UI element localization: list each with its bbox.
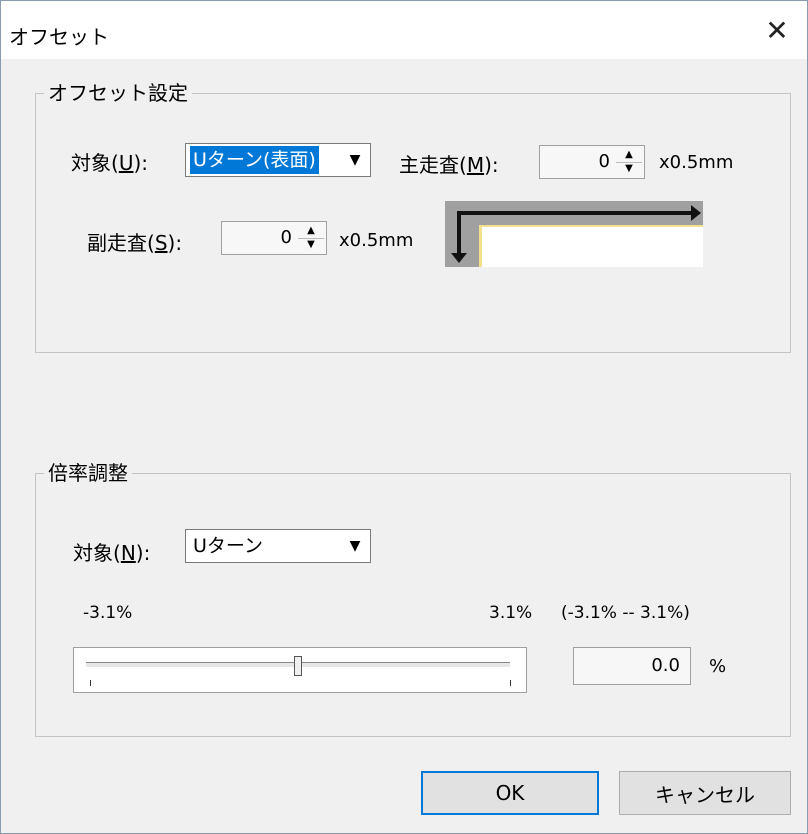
main-scan-label: 主走査(M):: [399, 153, 499, 177]
scale-unit: %: [709, 656, 727, 677]
scale-value-field[interactable]: 0.0: [573, 647, 691, 685]
dialog-title: オフセット: [9, 25, 109, 49]
scale-adjust-legend: 倍率調整: [44, 460, 132, 486]
scale-target-value: Uターン: [193, 535, 263, 557]
scale-slider[interactable]: [73, 647, 527, 693]
offset-settings-legend: オフセット設定: [44, 80, 192, 106]
slider-tick-max: [510, 680, 511, 686]
offset-target-value: Uターン(表面): [190, 146, 319, 174]
spin-up-icon[interactable]: ▲: [616, 148, 642, 163]
main-scan-spin-buttons[interactable]: ▲ ▼: [616, 148, 642, 176]
sub-scan-unit: x0.5mm: [339, 230, 414, 251]
sub-scan-label: 副走査(S):: [87, 231, 183, 255]
spin-up-icon[interactable]: ▲: [298, 224, 324, 239]
main-scan-stepper[interactable]: 0 ▲ ▼: [539, 145, 645, 179]
sub-scan-stepper[interactable]: 0 ▲ ▼: [221, 221, 327, 255]
sub-scan-spin-buttons[interactable]: ▲ ▼: [298, 224, 324, 252]
scale-range-label: (-3.1% -- 3.1%): [561, 603, 690, 623]
offset-dialog: オフセット ✕ オフセット設定 対象(U): Uターン(表面) ▼ 主走査(M)…: [0, 0, 808, 834]
sub-scan-value: 0: [280, 227, 292, 248]
main-scan-value: 0: [598, 151, 610, 172]
chevron-down-icon[interactable]: ▼: [342, 146, 368, 174]
cancel-button[interactable]: キャンセル: [619, 771, 791, 815]
scale-value: 0.0: [651, 655, 680, 676]
chevron-down-icon[interactable]: ▼: [342, 532, 368, 560]
slider-tick-min: [90, 680, 91, 686]
spin-down-icon[interactable]: ▼: [616, 163, 642, 177]
scale-target-combo[interactable]: Uターン ▼: [185, 529, 371, 563]
ok-button[interactable]: OK: [421, 771, 599, 815]
main-scan-unit: x0.5mm: [659, 152, 734, 173]
main-scan-arrow-icon: [457, 205, 701, 221]
paper-preview: [479, 225, 703, 267]
close-icon[interactable]: ✕: [757, 11, 797, 51]
scale-target-label: 対象(N):: [73, 541, 151, 565]
spin-down-icon[interactable]: ▼: [298, 239, 324, 253]
sub-scan-arrow-icon: [451, 211, 467, 263]
scale-max-label: 3.1%: [489, 603, 533, 623]
offset-target-label: 対象(U):: [71, 151, 148, 175]
offset-preview-image: [445, 201, 703, 267]
title-bar: オフセット ✕: [1, 1, 807, 59]
scale-min-label: -3.1%: [83, 603, 133, 623]
slider-thumb[interactable]: [294, 656, 302, 676]
offset-target-combo[interactable]: Uターン(表面) ▼: [185, 143, 371, 177]
